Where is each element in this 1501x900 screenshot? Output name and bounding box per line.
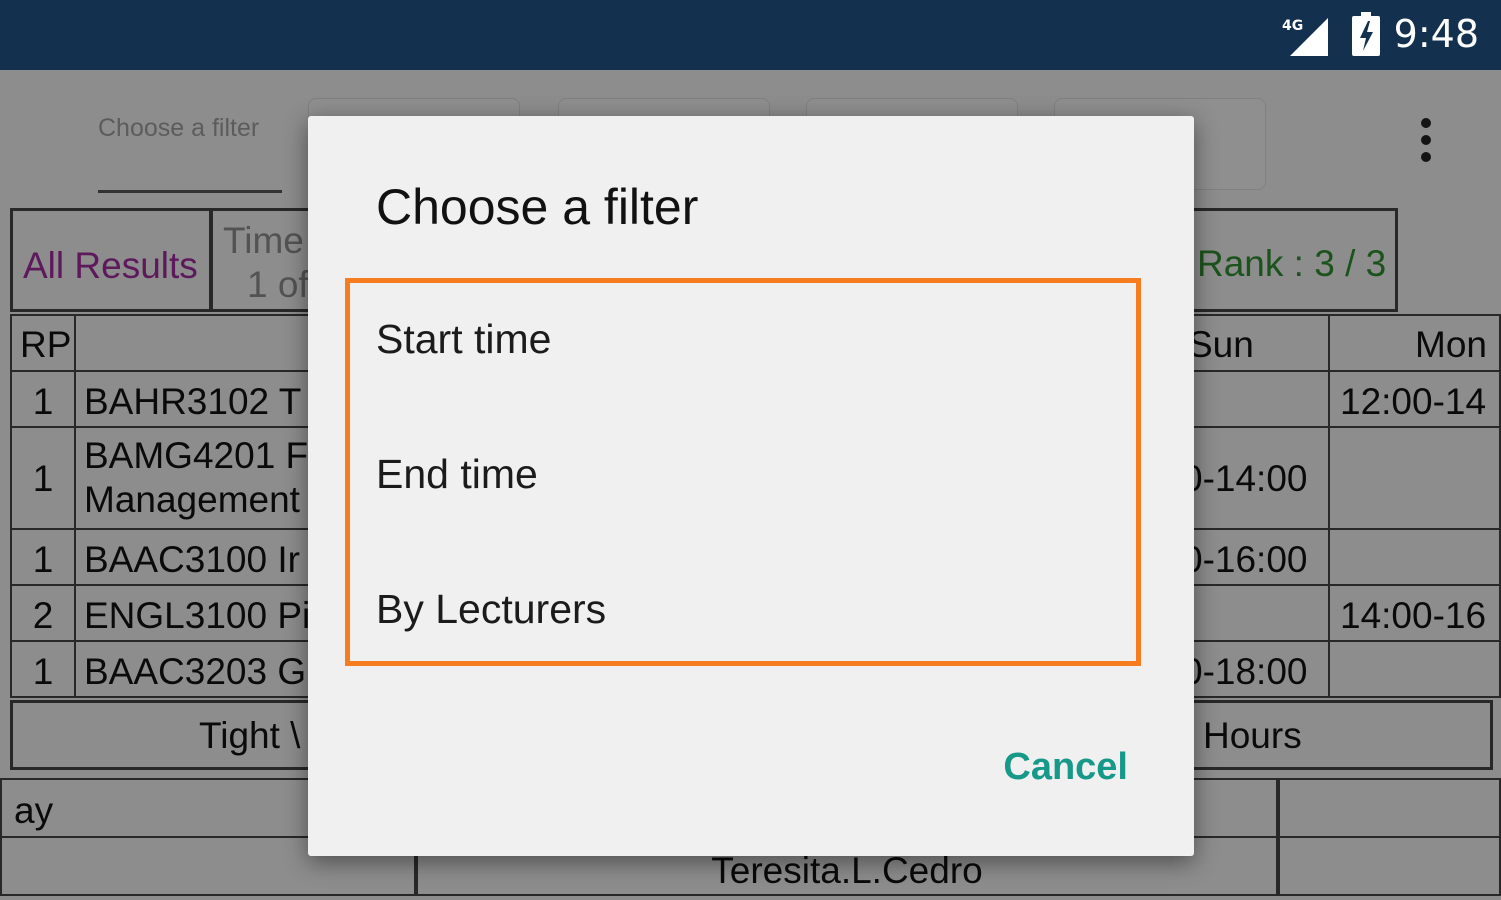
option-by-lecturers[interactable]: By Lecturers: [376, 586, 606, 633]
option-end-time[interactable]: End time: [376, 451, 538, 498]
signal-4g-icon: 4G: [1282, 18, 1328, 56]
filter-dialog: Choose a filter Start time End time By L…: [308, 116, 1194, 856]
status-time: 9:48: [1393, 12, 1479, 56]
dialog-title: Choose a filter: [376, 179, 699, 235]
network-type-label: 4G: [1282, 18, 1303, 34]
option-start-time[interactable]: Start time: [376, 316, 551, 363]
status-bar: 4G 9:48: [0, 0, 1501, 70]
cancel-button[interactable]: Cancel: [1003, 746, 1128, 789]
battery-charging-icon: [1352, 12, 1380, 56]
